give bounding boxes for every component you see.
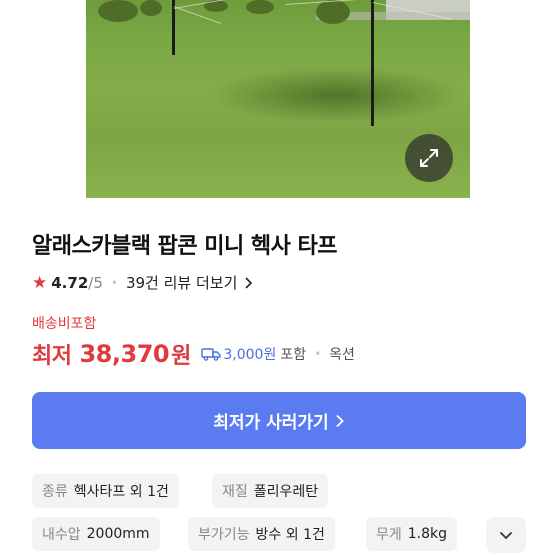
- photo-bush: [98, 0, 138, 22]
- chevron-right-icon: [336, 414, 344, 427]
- review-more-label: 39건 리뷰 더보기: [125, 274, 238, 292]
- shipping-fee-suffix: 포함: [280, 347, 307, 363]
- spec-key: 종류: [42, 484, 68, 500]
- rating-value: 4.72: [51, 273, 89, 292]
- spec-value: 2000mm: [86, 526, 150, 542]
- chevron-down-icon: [499, 531, 513, 539]
- buy-button-label: 최저가 사러가기: [213, 413, 329, 433]
- spec-key: 내수압: [42, 527, 81, 543]
- star-icon: ★: [32, 272, 48, 293]
- price-row: 최저 38,370 원 3,000원 포함 • 옥션: [32, 338, 355, 370]
- tarp-pole: [371, 0, 374, 126]
- separator-dot: •: [314, 347, 322, 361]
- spec-key: 부가기능: [198, 527, 250, 543]
- price-value: 38,370: [79, 340, 170, 368]
- spec-chip: 재질 폴리우레탄: [212, 474, 329, 508]
- review-more-link[interactable]: 39건 리뷰 더보기: [126, 272, 253, 293]
- lowest-price-label: 최저: [32, 344, 72, 369]
- spec-value: 헥사타프 외 1건: [73, 484, 169, 500]
- shipping-included-label: 배송비포함: [32, 316, 97, 332]
- expand-icon: [420, 149, 438, 167]
- separator-dot: •: [110, 275, 118, 290]
- spec-value: 폴리우레탄: [253, 484, 319, 500]
- spec-chip: 내수압 2000mm: [32, 517, 160, 551]
- buy-lowest-price-button[interactable]: 최저가 사러가기: [32, 392, 526, 449]
- chevron-right-icon: [245, 277, 253, 289]
- price-unit: 원: [171, 344, 192, 369]
- truck-icon: [201, 348, 222, 361]
- rating-max: /5: [88, 273, 103, 292]
- spec-value: 1.8kg: [407, 526, 448, 542]
- seller-name: 옥션: [329, 347, 355, 363]
- spec-chip: 부가기능 방수 외 1건: [188, 517, 335, 551]
- product-title: 알래스카블랙 팝콘 미니 헥사 타프: [32, 234, 338, 259]
- photo-bush: [316, 0, 350, 24]
- photo-bush: [140, 0, 162, 16]
- spec-key: 재질: [222, 484, 248, 500]
- shipping-fee: 3,000원 포함: [201, 344, 306, 364]
- spec-chip: 무게 1.8kg: [366, 517, 458, 551]
- spec-chip: 종류 헥사타프 외 1건: [32, 474, 179, 508]
- specs-more-button[interactable]: [486, 517, 526, 553]
- spec-value: 방수 외 1건: [255, 527, 325, 543]
- expand-image-button[interactable]: [405, 134, 453, 182]
- photo-bush: [246, 0, 274, 14]
- spec-key: 무게: [376, 527, 402, 543]
- rating-row: ★ 4.72 /5 • 39건 리뷰 더보기: [32, 272, 253, 293]
- shipping-fee-value: 3,000원: [223, 347, 277, 363]
